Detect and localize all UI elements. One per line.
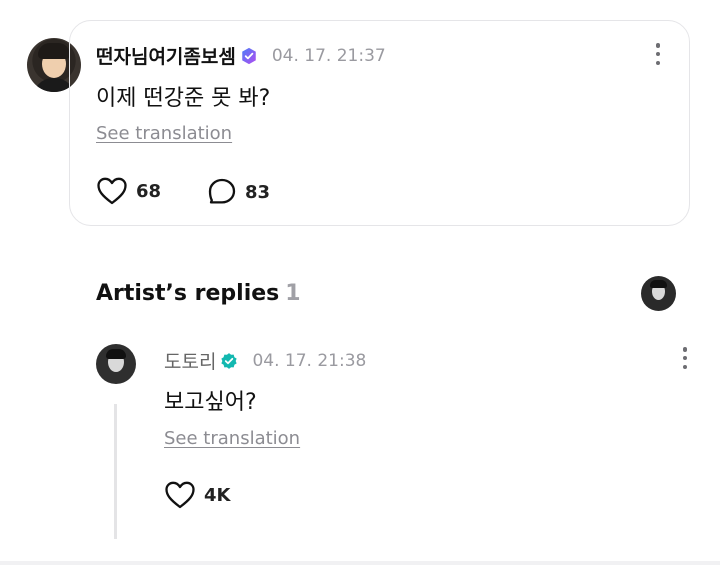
reply-author-name[interactable]: 도토리	[164, 347, 216, 374]
reply-see-translation-link[interactable]: See translation	[164, 428, 300, 449]
artist-verified-badge-icon	[221, 352, 238, 369]
reply-like-button[interactable]: 4K	[164, 480, 230, 510]
post-timestamp: 04. 17. 21:37	[271, 45, 386, 66]
reply-thread-line	[114, 404, 117, 539]
comment-icon	[208, 178, 236, 204]
fan-verified-badge-icon	[242, 47, 256, 64]
reply-more-options-icon[interactable]	[682, 347, 688, 369]
artist-replies-title: Artist’s replies 1	[96, 281, 301, 306]
post-comment-button[interactable]: 83	[207, 177, 270, 207]
post-author-name[interactable]: 떤자님여기좀보셈	[96, 42, 236, 69]
post-author-row: 떤자님여기좀보셈 04. 17. 21:37	[96, 42, 386, 69]
post-like-count: 68	[136, 180, 162, 202]
artist-replies-count: 1	[285, 281, 301, 306]
avatar-hair-shape	[38, 43, 70, 59]
reply-author-row: 도토리 04. 17. 21:38	[164, 347, 366, 374]
post-comment-count: 83	[245, 181, 271, 203]
artist-replies-label: Artist’s replies	[96, 281, 280, 306]
post-like-button[interactable]: 68	[96, 176, 161, 206]
post-more-options-icon[interactable]	[655, 43, 661, 65]
artist-avatar-small[interactable]	[641, 276, 676, 311]
post-see-translation-link[interactable]: See translation	[96, 123, 232, 144]
avatar-hair-shape	[650, 280, 667, 288]
bottom-divider	[0, 561, 720, 565]
post-text: 이제 떤강준 못 봐?	[96, 86, 271, 111]
reply-like-count: 4K	[204, 484, 231, 506]
reply-author-avatar[interactable]	[96, 344, 136, 384]
reply-text: 보고싶어?	[164, 390, 257, 415]
heart-icon	[97, 177, 127, 205]
heart-icon	[165, 481, 195, 509]
reply-timestamp: 04. 17. 21:38	[252, 350, 367, 371]
avatar-hair-shape	[106, 349, 126, 359]
